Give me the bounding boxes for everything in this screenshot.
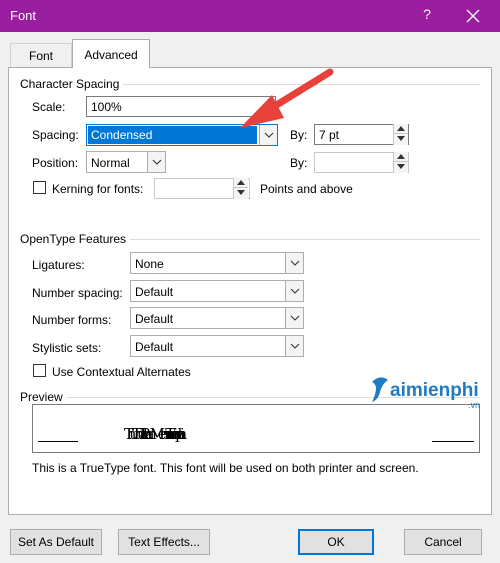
watermark-suffix: .vn (468, 400, 481, 410)
chevron-down-icon (152, 159, 162, 165)
number-spacing-dropdown[interactable]: Default (130, 280, 304, 302)
spacing-dropdown[interactable]: Condensed (86, 124, 278, 146)
spin-down-icon (397, 164, 405, 169)
ligatures-value: None (135, 257, 164, 271)
spacing-label: Spacing: (32, 128, 79, 142)
stylistic-sets-value: Default (135, 340, 174, 354)
watermark: aimienphi .vn (368, 374, 480, 410)
spin-down-button[interactable] (394, 134, 408, 144)
position-by-spinner[interactable] (393, 152, 408, 173)
set-as-default-button[interactable]: Set As Default (10, 529, 102, 555)
ok-label: OK (327, 535, 345, 549)
position-dropdown[interactable]: Normal (86, 151, 166, 173)
scale-label: Scale: (32, 100, 66, 114)
tab-advanced-label: Advanced (84, 48, 138, 62)
spacing-by-label: By: (290, 128, 308, 142)
stylistic-sets-dropdown-arrow[interactable] (285, 336, 303, 356)
watermark-text: aimienphi (390, 380, 479, 401)
preview-note: This is a TrueType font. This font will … (32, 461, 419, 475)
scale-value: 100% (91, 100, 122, 114)
set-as-default-label: Set As Default (17, 535, 95, 549)
number-spacing-value: Default (135, 285, 174, 299)
kerning-spinner[interactable] (233, 178, 248, 199)
section-divider (118, 84, 480, 85)
position-label: Position: (32, 156, 79, 170)
preview-heading: Preview (20, 390, 67, 404)
spin-up-icon (237, 180, 245, 185)
cancel-label: Cancel (424, 535, 462, 549)
section-divider (122, 239, 480, 240)
position-value: Normal (91, 156, 130, 170)
spin-up-button[interactable] (394, 152, 408, 162)
ligatures-dropdown-arrow[interactable] (285, 253, 303, 273)
preview-baseline-right (432, 441, 474, 442)
kerning-label: Kerning for fonts: (52, 182, 144, 196)
ligatures-dropdown[interactable]: None (130, 252, 304, 274)
title-bar: Font ? (0, 0, 500, 32)
position-dropdown-arrow[interactable] (147, 152, 165, 172)
contextual-alternates-label: Use Contextual Alternates (52, 365, 191, 379)
chevron-down-icon (290, 343, 300, 349)
spacing-by-value: 7 pt (319, 128, 340, 142)
cancel-button[interactable]: Cancel (404, 529, 482, 555)
stylistic-sets-dropdown[interactable]: Default (130, 335, 304, 357)
preview-baseline-left (38, 441, 78, 442)
spacing-by-spinner[interactable] (393, 124, 408, 145)
chevron-down-icon (290, 288, 300, 294)
taimienphi-logo-icon (372, 377, 388, 402)
close-button[interactable] (462, 5, 484, 27)
spin-up-icon (397, 154, 405, 159)
tab-advanced[interactable]: Advanced (72, 39, 150, 68)
chevron-down-icon (290, 260, 300, 266)
scale-field[interactable]: 100% (86, 96, 276, 117)
preview-box (32, 404, 480, 453)
chevron-down-icon (290, 315, 300, 321)
ok-button[interactable]: OK (298, 529, 374, 555)
number-forms-value: Default (135, 312, 174, 326)
spin-down-button[interactable] (394, 162, 408, 172)
character-spacing-heading: Character Spacing (20, 77, 124, 91)
opentype-heading: OpenType Features (20, 232, 131, 246)
contextual-alternates-checkbox[interactable] (33, 364, 46, 377)
ligatures-label: Ligatures: (32, 258, 85, 272)
kerning-suffix: Points and above (260, 182, 353, 196)
chevron-down-icon (264, 132, 274, 138)
number-forms-label: Number forms: (32, 313, 112, 327)
close-icon (466, 9, 480, 23)
text-effects-label: Text Effects... (128, 535, 200, 549)
number-forms-dropdown[interactable]: Default (130, 307, 304, 329)
kerning-checkbox[interactable] (33, 181, 46, 194)
number-spacing-label: Number spacing: (32, 286, 123, 300)
spin-down-icon (397, 136, 405, 141)
spin-down-button[interactable] (234, 188, 248, 198)
tab-font[interactable]: Font (10, 43, 72, 67)
spin-up-icon (397, 126, 405, 131)
preview-sample-text: ThuThuatPhanMem.vn Taimienphi.vn (124, 425, 186, 443)
number-spacing-dropdown-arrow[interactable] (285, 281, 303, 301)
spin-down-icon (237, 190, 245, 195)
number-forms-dropdown-arrow[interactable] (285, 308, 303, 328)
position-by-label: By: (290, 156, 308, 170)
text-effects-button[interactable]: Text Effects... (118, 529, 210, 555)
spacing-dropdown-arrow[interactable] (259, 125, 277, 145)
tab-font-label: Font (28, 49, 53, 63)
help-button[interactable]: ? (418, 6, 436, 22)
spacing-value: Condensed (88, 126, 257, 144)
stylistic-sets-label: Stylistic sets: (32, 341, 102, 355)
spin-up-button[interactable] (234, 178, 248, 188)
spin-up-button[interactable] (394, 124, 408, 134)
window-title: Font (10, 8, 37, 23)
